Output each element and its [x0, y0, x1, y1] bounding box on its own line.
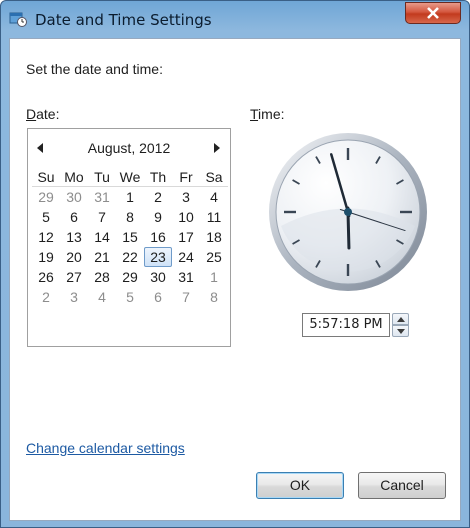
calendar-day[interactable]: 31	[88, 187, 116, 207]
window-title: Date and Time Settings	[35, 11, 212, 29]
calendar-day[interactable]: 18	[200, 227, 228, 247]
date-label-rest: ate:	[36, 106, 60, 122]
time-input[interactable]: 5:57:18 PM	[302, 313, 390, 337]
dialog-window: Date and Time Settings Set the date and …	[0, 0, 470, 528]
calendar-day[interactable]: 24	[172, 247, 200, 267]
time-spinner	[392, 313, 409, 337]
date-label-mnemonic: D	[26, 106, 37, 122]
time-label-mnemonic: T	[250, 106, 259, 122]
change-calendar-settings-link[interactable]: Change calendar settings	[26, 440, 185, 456]
calendar-day[interactable]: 22	[116, 247, 144, 267]
time-spinner-up[interactable]	[392, 313, 409, 325]
calendar-day[interactable]: 29	[32, 187, 60, 207]
calendar-day[interactable]: 30	[144, 267, 172, 287]
calendar-day[interactable]: 21	[88, 247, 116, 267]
calendar-day[interactable]: 8	[200, 287, 228, 307]
calendar-day[interactable]: 30	[60, 187, 88, 207]
title-bar[interactable]: Date and Time Settings	[1, 1, 469, 37]
clock-center-pin	[344, 208, 352, 216]
analog-clock	[269, 133, 427, 291]
cancel-button[interactable]: Cancel	[358, 472, 446, 499]
calendar-day[interactable]: 3	[60, 287, 88, 307]
calendar-day[interactable]: 13	[60, 227, 88, 247]
close-icon	[427, 7, 439, 19]
calendar-day[interactable]: 12	[32, 227, 60, 247]
calendar-day[interactable]: 5	[116, 287, 144, 307]
weekday-header: We	[116, 167, 144, 187]
weekday-header: Th	[144, 167, 172, 187]
calendar-day[interactable]: 4	[88, 287, 116, 307]
date-label: Date:	[26, 106, 59, 122]
calendar-day[interactable]: 27	[60, 267, 88, 287]
calendar-day[interactable]: 9	[144, 207, 172, 227]
time-label-rest: ime:	[258, 106, 285, 122]
calendar-day[interactable]: 20	[60, 247, 88, 267]
arrow-down-icon	[397, 329, 405, 334]
calendar-day[interactable]: 17	[172, 227, 200, 247]
close-button[interactable]	[405, 2, 461, 24]
ok-button[interactable]: OK	[256, 472, 344, 499]
calendar-day[interactable]: 11	[200, 207, 228, 227]
calendar-day[interactable]: 2	[144, 187, 172, 207]
instructions-text: Set the date and time:	[26, 61, 163, 77]
calendar-day[interactable]: 8	[116, 207, 144, 227]
calendar[interactable]: August, 2012 Su Mo Tu We Th Fr Sa 29 30 31 1 2 3 4 5 6 7…	[27, 128, 231, 347]
calendar-day[interactable]: 14	[88, 227, 116, 247]
calendar-header: August, 2012	[28, 139, 230, 159]
calendar-day[interactable]: 28	[88, 267, 116, 287]
time-label: Time:	[250, 106, 285, 122]
calendar-day[interactable]: 29	[116, 267, 144, 287]
dialog-content: Set the date and time: Date: Time: Augus…	[9, 38, 461, 521]
weekday-header: Su	[32, 167, 60, 187]
calendar-day[interactable]: 1	[200, 267, 228, 287]
calendar-day-selected[interactable]: 23	[144, 247, 172, 267]
calendar-day[interactable]: 1	[116, 187, 144, 207]
calendar-day[interactable]: 25	[200, 247, 228, 267]
arrow-up-icon	[397, 317, 405, 322]
calendar-day[interactable]: 6	[60, 207, 88, 227]
calendar-day[interactable]: 5	[32, 207, 60, 227]
calendar-day[interactable]: 31	[172, 267, 200, 287]
calendar-day[interactable]: 3	[172, 187, 200, 207]
calendar-day[interactable]: 19	[32, 247, 60, 267]
calendar-day[interactable]: 7	[172, 287, 200, 307]
weekday-header: Mo	[60, 167, 88, 187]
weekday-header: Sa	[200, 167, 228, 187]
calendar-day[interactable]: 6	[144, 287, 172, 307]
calendar-day[interactable]: 7	[88, 207, 116, 227]
weekday-header: Tu	[88, 167, 116, 187]
weekday-header: Fr	[172, 167, 200, 187]
calendar-day[interactable]: 26	[32, 267, 60, 287]
calendar-day[interactable]: 4	[200, 187, 228, 207]
clock-settings-icon	[9, 12, 27, 27]
chevron-right-icon[interactable]	[214, 143, 220, 153]
calendar-day[interactable]: 15	[116, 227, 144, 247]
calendar-grid: Su Mo Tu We Th Fr Sa 29 30 31 1 2 3 4 5 6 7 8 9 10 11 12 13 14 1…	[32, 167, 228, 307]
calendar-month-title[interactable]: August, 2012	[28, 140, 230, 156]
calendar-day[interactable]: 16	[144, 227, 172, 247]
calendar-day[interactable]: 2	[32, 287, 60, 307]
calendar-day[interactable]: 10	[172, 207, 200, 227]
time-spinner-down[interactable]	[392, 325, 409, 337]
